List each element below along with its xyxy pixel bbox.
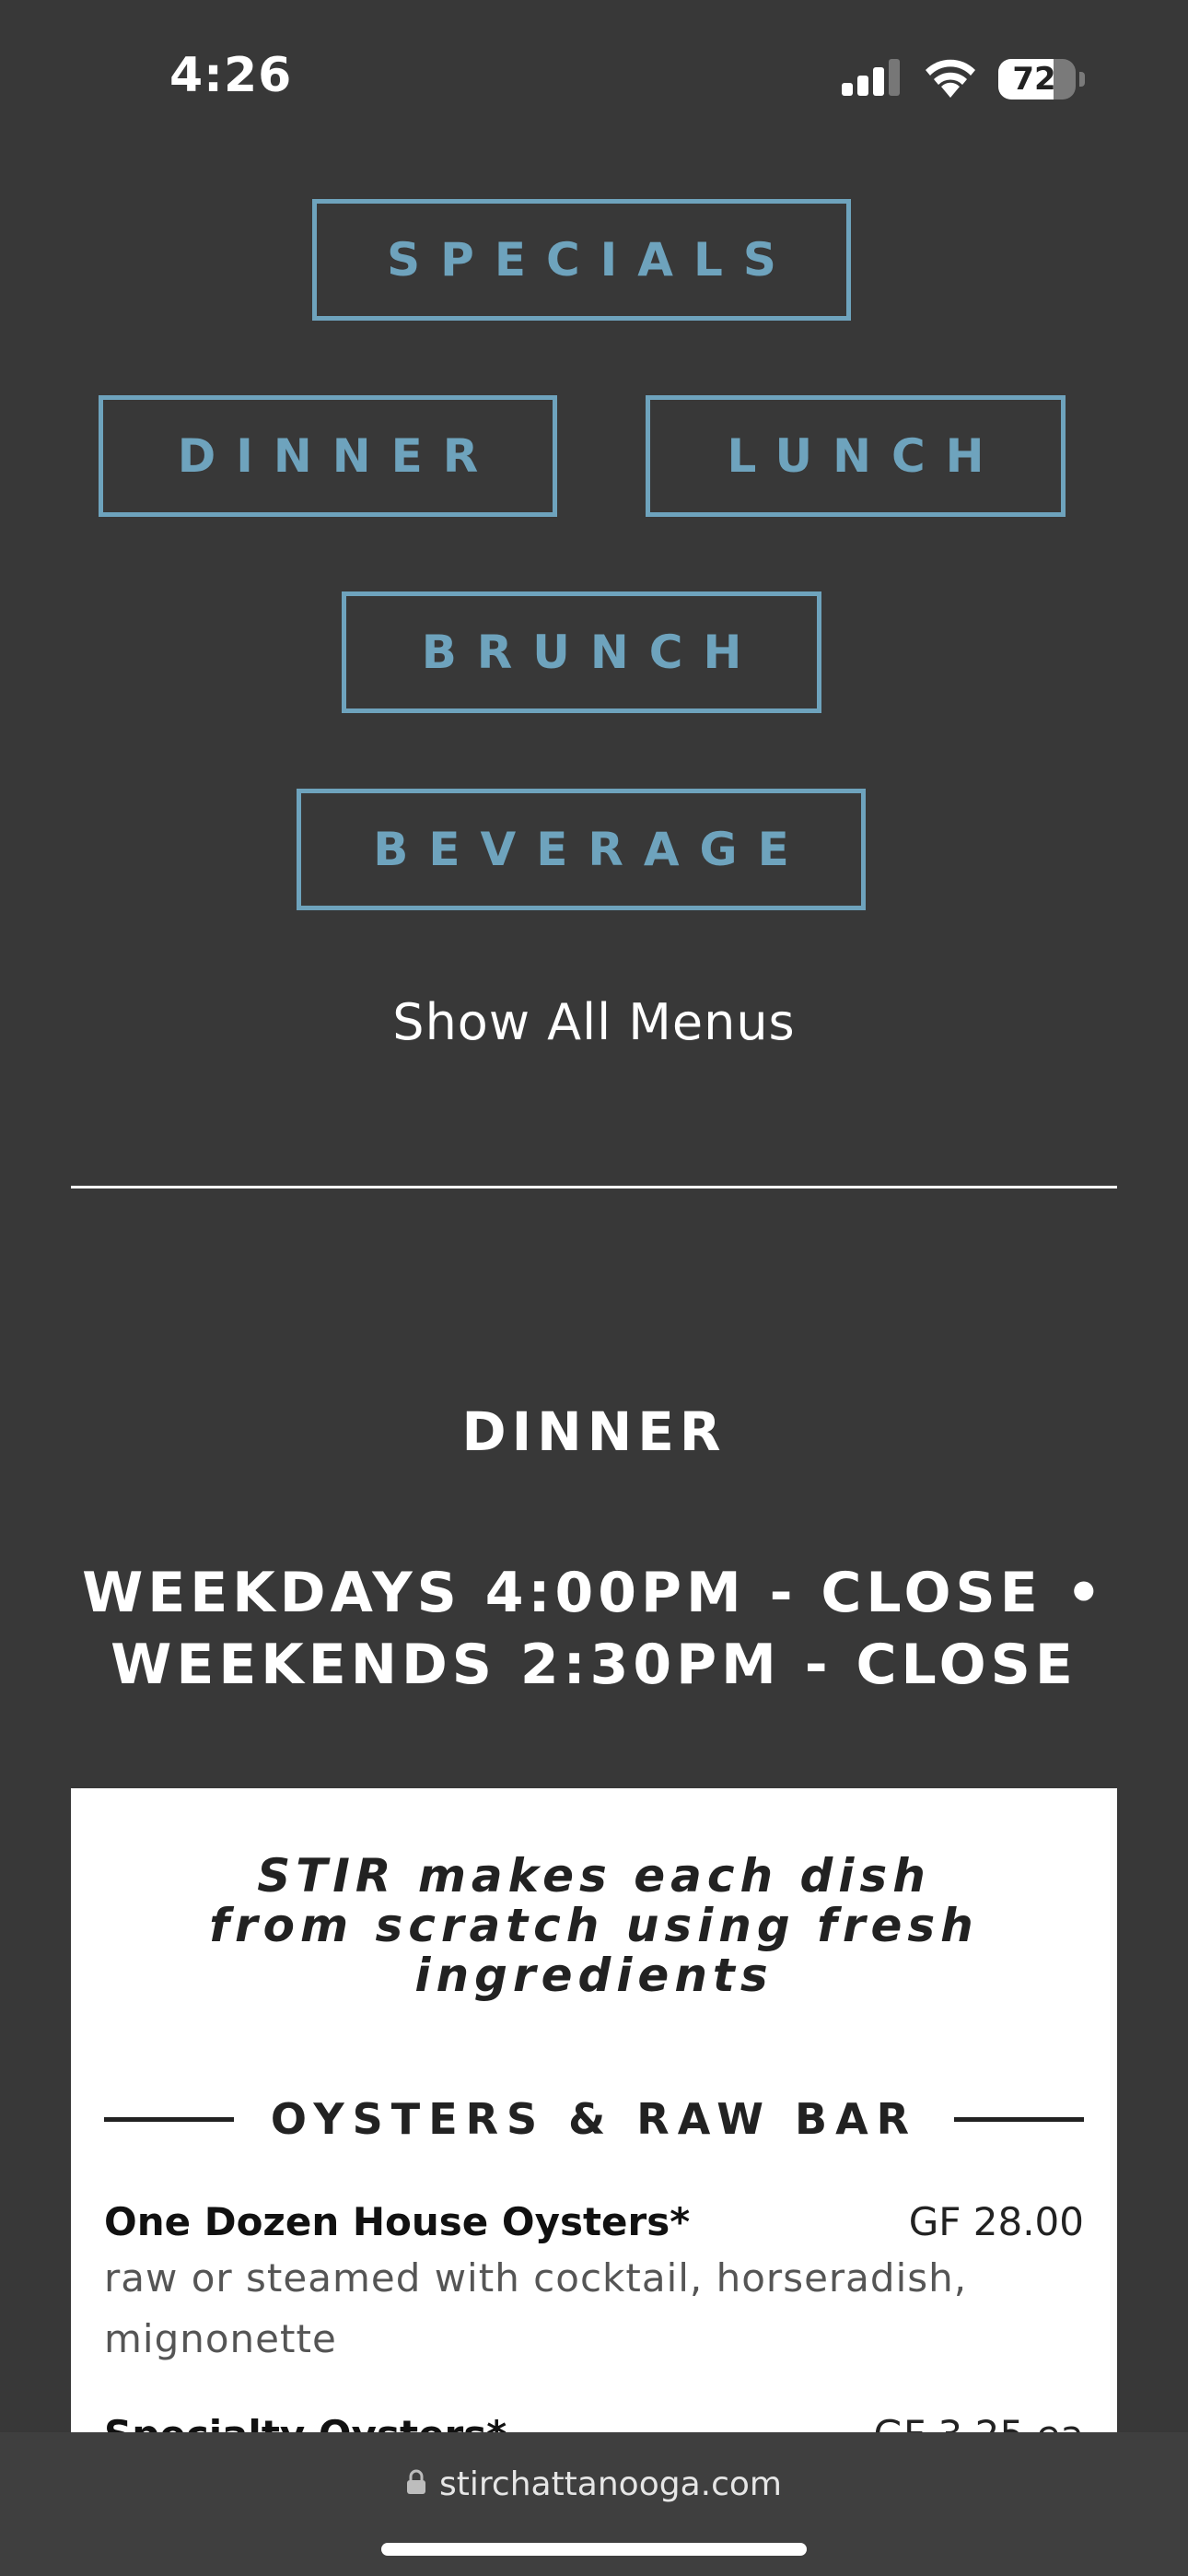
hours-weekdays: WEEKDAYS 4:00PM - CLOSE • xyxy=(82,1561,1106,1625)
category-rule-left xyxy=(104,2116,234,2122)
menu-item: One Dozen House Oysters* GF 28.00 raw or… xyxy=(104,2199,1084,2370)
battery-cap xyxy=(1079,72,1085,87)
category-title: OYSTERS & RAW BAR xyxy=(270,2094,918,2144)
url-text: stirchattanooga.com xyxy=(439,2465,782,2503)
menu-item-name: One Dozen House Oysters* xyxy=(104,2199,691,2244)
menu-hours: WEEKDAYS 4:00PM - CLOSE • WEEKENDS 2:30P… xyxy=(0,1557,1188,1701)
lock-icon xyxy=(406,2465,426,2503)
menu-item-price: GF 28.00 xyxy=(908,2199,1084,2244)
menu-item-description: raw or steamed with cocktail, horseradis… xyxy=(104,2255,968,2361)
menu-section-title: DINNER xyxy=(461,1400,727,1463)
battery-icon: 72 xyxy=(998,59,1085,100)
category-rule-right xyxy=(954,2116,1085,2122)
specials-menu-button[interactable]: SPECIALS xyxy=(312,199,851,321)
wifi-icon xyxy=(923,57,978,102)
lunch-menu-button[interactable]: LUNCH xyxy=(646,395,1066,517)
battery-body: 72 xyxy=(998,59,1076,100)
cellular-signal-icon xyxy=(842,58,903,100)
hours-weekends: WEEKENDS 2:30PM - CLOSE xyxy=(111,1633,1077,1697)
menu-card: STIR makes each dish from scratch using … xyxy=(71,1788,1117,2488)
browser-address-bar[interactable]: stirchattanooga.com xyxy=(0,2432,1188,2576)
url-display[interactable]: stirchattanooga.com xyxy=(0,2465,1188,2503)
section-divider xyxy=(71,1186,1117,1188)
status-time: 4:26 xyxy=(169,48,293,103)
battery-level: 72 xyxy=(1012,61,1056,98)
show-all-menus-link[interactable]: Show All Menus xyxy=(0,993,1188,1051)
beverage-menu-button[interactable]: BEVERAGE xyxy=(297,789,866,910)
category-header: OYSTERS & RAW BAR xyxy=(104,2094,1085,2144)
menu-tagline: STIR makes each dish from scratch using … xyxy=(209,1849,979,2002)
dinner-menu-button[interactable]: DINNER xyxy=(99,395,557,517)
home-indicator[interactable] xyxy=(381,2543,807,2556)
status-icons: 72 xyxy=(842,57,1085,101)
brunch-menu-button[interactable]: BRUNCH xyxy=(342,591,821,713)
